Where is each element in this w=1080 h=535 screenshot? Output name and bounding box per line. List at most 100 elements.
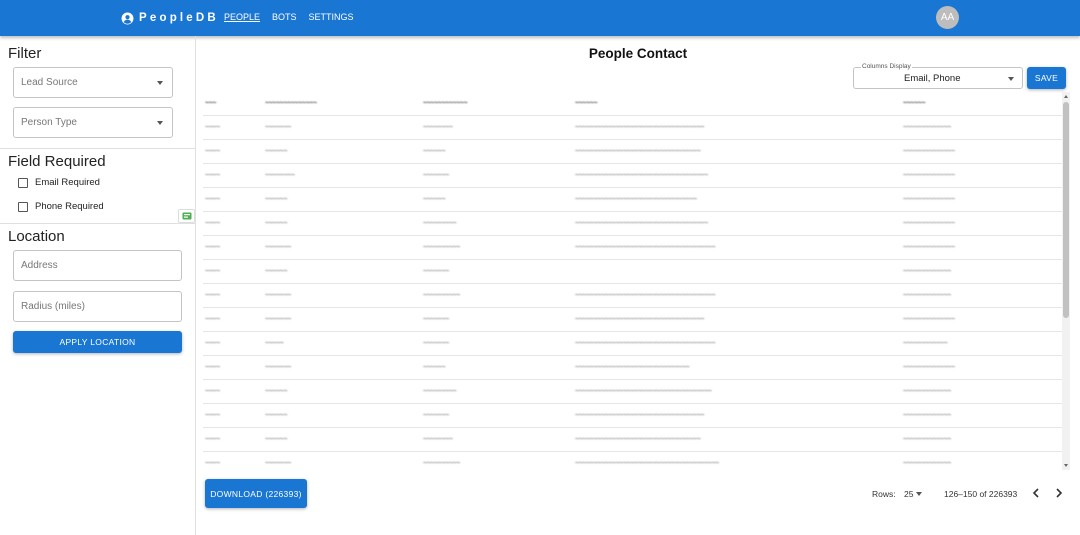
table-cell: ~~~~~~~ <box>423 172 449 179</box>
page-title: People Contact <box>588 46 688 61</box>
chevron-down-icon[interactable] <box>916 492 922 496</box>
email-required-label: Email Required <box>35 177 100 188</box>
table-cell: ~~~~~~ <box>265 436 288 443</box>
lead-source-select[interactable]: Lead Source <box>13 67 173 98</box>
table-cell: ~~~~~~~~~~~~~~~~~~~~~~~~~~~~~~~~~~~~~ <box>575 388 712 395</box>
table-cell: ~~~~~ <box>265 340 284 347</box>
table-cell: ~~~~~~~ <box>265 124 291 131</box>
table-cell: ~~~~~~~~~~~~~ <box>903 460 951 467</box>
table-cell: ~~~~~~~~~~~~~ <box>903 292 951 299</box>
nav-bots[interactable]: BOTS <box>272 12 297 22</box>
columns-display-select[interactable]: Columns Display Email, Phone <box>853 63 1023 89</box>
table-cell: ~~~~~~~~~~~~~~~~~~~~~~~~~~~~~~~~~~~~~~ <box>575 244 716 251</box>
table-cell: ~~~~~~~ <box>265 244 291 251</box>
table-row[interactable]: ~~~~~~~~~~~~~~~~~~~~~~~~~~~~~~~~~~~~~~~~… <box>203 404 1062 428</box>
address-input[interactable] <box>14 251 181 280</box>
table-row[interactable]: ~~~~~~~~~~~~~~~~~~~~~~~~~~~~~~~~~~~~~~~~… <box>203 188 1062 212</box>
chevron-down-icon <box>157 81 163 85</box>
table-cell: ~~~~~~~~ <box>265 172 295 179</box>
table-cell: ~~~~~~~ <box>423 268 449 275</box>
table-cell: ~~~~~~~~~~ <box>423 292 460 299</box>
table-cell: ~~~~~~~ <box>265 364 291 371</box>
table-cell: ~~~~ <box>205 436 220 443</box>
table-cell: ~~~~~~ <box>265 220 288 227</box>
people-table: ~~~ ~~~~~~~~~~~~~~ ~~~~~~~~~~~~ ~~~~~~ ~… <box>203 92 1062 470</box>
table-row[interactable]: ~~~~~~~~~~~~~~~~~~~~~~~~~~~~~~~~~~~~~~~~… <box>203 308 1062 332</box>
rows-per-page-select[interactable]: 25 <box>904 489 913 499</box>
column-header[interactable]: ~~~~~~~~~~~~~~ <box>265 100 317 107</box>
table-cell: ~~~~~~~~~ <box>423 388 457 395</box>
address-field[interactable] <box>13 250 182 281</box>
radius-field[interactable] <box>13 291 182 322</box>
table-cell: ~~~~ <box>205 196 220 203</box>
radius-input[interactable] <box>14 292 181 321</box>
table-row[interactable]: ~~~~~~~~~~~~~~~~~~~~~~~~~~~~~~~~~~~~~~~~… <box>203 356 1062 380</box>
person-type-select[interactable]: Person Type <box>13 107 173 138</box>
table-row[interactable]: ~~~~~~~~~~~~~~~~~~~~~~~~~~~~~~~~~~~~~~~~… <box>203 212 1062 236</box>
table-cell: ~~~~~~~~~~~~~~ <box>903 196 955 203</box>
table-cell: ~~~~~~~~~~~~~~ <box>903 316 955 323</box>
table-row[interactable]: ~~~~~~~~~~~~~~~~~~~~~~~~~~~~~~~~~~~~~~~~… <box>203 428 1062 452</box>
checkbox-icon[interactable] <box>18 201 28 212</box>
column-header[interactable]: ~~~~~~ <box>575 100 598 107</box>
divider <box>0 223 196 224</box>
table-cell: ~~~~ <box>205 388 220 395</box>
table-cell: ~~~~~~~ <box>265 316 291 323</box>
table-cell: ~~~~~~~~~~~~~ <box>903 436 951 443</box>
map-card-icon[interactable] <box>178 209 195 223</box>
brand-name: PeopleDB <box>139 12 219 24</box>
chevron-left-icon[interactable] <box>1029 486 1043 500</box>
filter-sidebar: Filter Lead Source Person Type Field Req… <box>0 36 196 535</box>
table-cell: ~~~~~~~~ <box>423 124 453 131</box>
avatar[interactable]: AA <box>936 6 959 29</box>
table-row[interactable]: ~~~~ ~~~~~~ ~~~~~~~ ~~~~~~~~~~~~~ <box>203 260 1062 284</box>
scrollbar-thumb[interactable] <box>1063 102 1069 318</box>
table-cell: ~~~~~~~~~~~~~~ <box>903 244 955 251</box>
column-header[interactable]: ~~~ <box>205 100 216 107</box>
phone-required-checkbox[interactable]: Phone Required <box>18 201 104 212</box>
person-type-label: Person Type <box>21 117 77 128</box>
table-row[interactable]: ~~~~~~~~~~~~~~~~~~~~~~~~~~~~~~~~~~~~~~~~… <box>203 380 1062 404</box>
map-card-glyph <box>182 212 191 220</box>
chevron-right-icon[interactable] <box>1052 486 1066 500</box>
table-row[interactable]: ~~~~~~~~~~~~~~~~~~~~~~~~~~~~~~~~~~~~~~~~… <box>203 332 1062 356</box>
table-cell: ~~~~~~~~~~~~~~~~~~~~~~~~~~~~~~~~~~~~ <box>575 172 708 179</box>
email-required-checkbox[interactable]: Email Required <box>18 177 100 188</box>
checkbox-icon[interactable] <box>18 177 28 188</box>
download-button[interactable]: DOWNLOAD (226393) <box>205 479 307 508</box>
table-cell: ~~~~~~~~~~~~~~~~~~~~~~~~~~~~~~~~~~~~~~ <box>575 292 716 299</box>
table-cell: ~~~~~~~~~~~~~ <box>903 412 951 419</box>
table-cell: ~~~~~~~~~~ <box>423 460 460 467</box>
table-cell: ~~~~~~~~~~~~~~~~~~~~~~~~~~~~~~~~~~ <box>575 436 701 443</box>
brand-logo[interactable]: PeopleDB <box>121 10 219 26</box>
table-cell: ~~~~~~~~~~~~~~~~~~~~~~~~~~~~~~~~~~~ <box>575 124 705 131</box>
table-row[interactable]: ~~~~~~~~~~~~~~~~~~~~~~~~~~~~~~~~~~~~~~~~… <box>203 236 1062 260</box>
table-row[interactable]: ~~~~~~~~~~~~~~~~~~~~~~~~~~~~~~~~~~~~~~~~… <box>203 164 1062 188</box>
scroll-down-icon[interactable] <box>1064 464 1068 467</box>
table-cell: ~~~~ <box>205 244 220 251</box>
apply-location-button[interactable]: APPLY LOCATION <box>13 331 182 353</box>
table-cell: ~~~~~~~~~~~~~~~~~~~~~~~~~~~~~~~~~ <box>575 196 697 203</box>
lead-source-label: Lead Source <box>21 77 78 88</box>
scroll-up-icon[interactable] <box>1064 95 1068 98</box>
table-cell: ~~~~~~~~~~~~~~~~~~~~~~~~~~~~~~~ <box>575 364 690 371</box>
field-required-title: Field Required <box>8 153 106 170</box>
chevron-down-icon <box>157 121 163 125</box>
table-row[interactable]: ~~~~~~~~~~~~~~~~~~~~~~~~~~~~~~~~~~~~~~~~… <box>203 116 1062 140</box>
table-cell: ~~~~~~~~~~~~~~ <box>903 148 955 155</box>
table-cell: ~~~~~~~~~~~~~~~~~~~~~~~~~~~~~~~~~~~~~~ <box>575 340 716 347</box>
table-cell: ~~~~~~~~~~~~~~ <box>903 172 955 179</box>
save-button[interactable]: SAVE <box>1027 67 1066 89</box>
table-row[interactable]: ~~~~~~~~~~~~~~~~~~~~~~~~~~~~~~~~~~~~~~~~… <box>203 452 1062 470</box>
table-cell: ~~~~ <box>205 460 220 467</box>
nav-people[interactable]: PEOPLE <box>224 12 260 22</box>
table-row[interactable]: ~~~~~~~~~~~~~~~~~~~~~~~~~~~~~~~~~~~~~~~~… <box>203 284 1062 308</box>
table-scrollbar[interactable] <box>1062 92 1070 470</box>
column-header[interactable]: ~~~~~~ <box>903 100 926 107</box>
nav-settings[interactable]: SETTINGS <box>309 12 354 22</box>
column-header[interactable]: ~~~~~~~~~~~~ <box>423 100 468 107</box>
table-cell: ~~~~~~~~~~~~~~~~~~~~~~~~~~~~~~~~~~~ <box>575 412 705 419</box>
table-row[interactable]: ~~~~~~~~~~~~~~~~~~~~~~~~~~~~~~~~~~~~~~~~… <box>203 140 1062 164</box>
table-cell: ~~~~~~~~ <box>423 436 453 443</box>
table-cell: ~~~~~~~~~~~~~ <box>903 388 951 395</box>
